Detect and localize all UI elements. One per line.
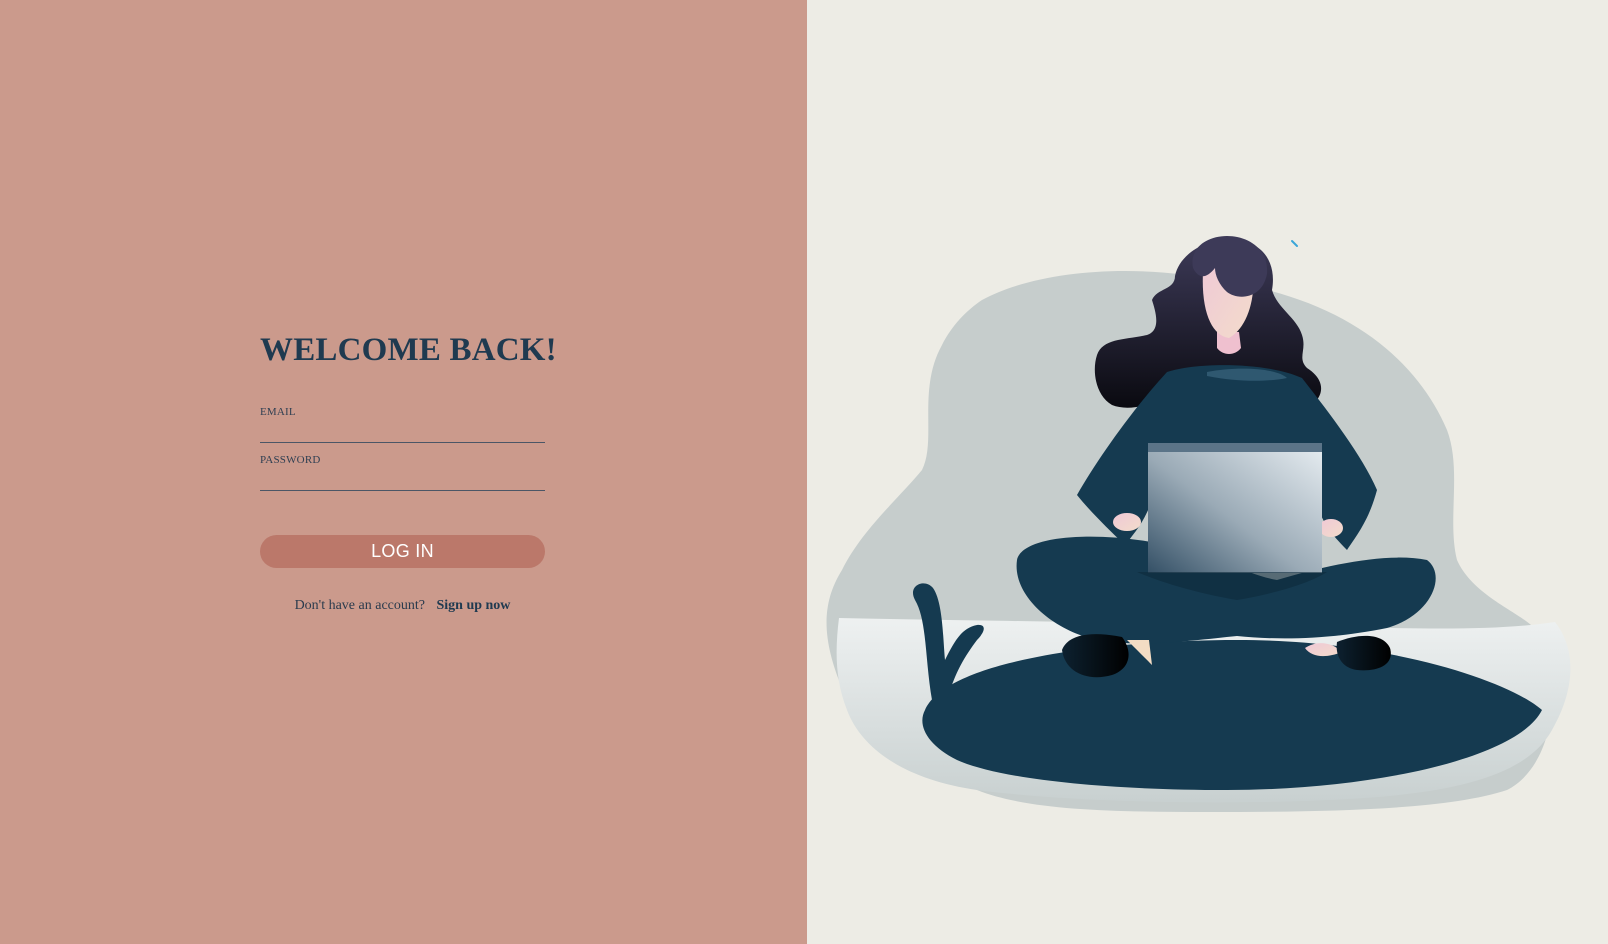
login-button[interactable]: LOG IN (260, 535, 545, 568)
sparkle (1291, 240, 1298, 247)
password-field[interactable] (260, 467, 545, 491)
right-hand (1319, 519, 1343, 537)
page-title: WELCOME BACK! (260, 332, 557, 368)
password-label: PASSWORD (260, 454, 321, 466)
signup-row: Don't have an account? Sign up now (260, 598, 545, 614)
laptop-screen (1148, 443, 1322, 573)
illustration-panel (807, 0, 1608, 944)
password-field-group: PASSWORD (260, 453, 545, 491)
email-field-group: EMAIL (260, 405, 545, 443)
login-panel: WELCOME BACK! EMAIL PASSWORD LOG IN Don'… (0, 0, 807, 944)
woman-with-laptop-illustration (826, 236, 1571, 813)
left-hand (1113, 513, 1141, 531)
signup-prompt: Don't have an account? (294, 598, 425, 613)
email-field[interactable] (260, 419, 545, 443)
laptop-top-bar (1148, 443, 1322, 452)
login-form: WELCOME BACK! EMAIL PASSWORD LOG IN Don'… (260, 328, 557, 614)
email-label: EMAIL (260, 406, 296, 418)
signup-link[interactable]: Sign up now (436, 598, 510, 613)
